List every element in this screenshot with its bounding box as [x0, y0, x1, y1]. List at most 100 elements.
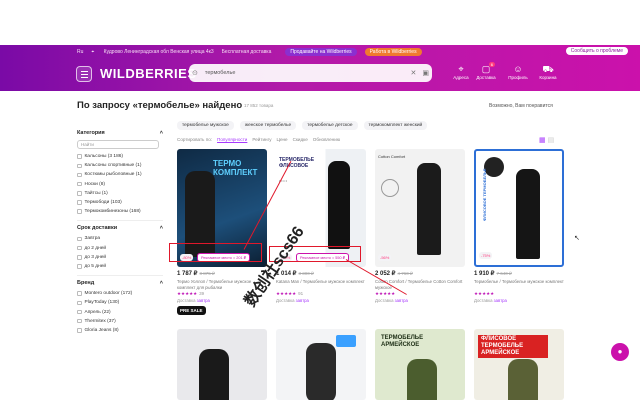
filter-option[interactable]: Термокомбинезоны (168): [77, 207, 163, 216]
filter-option[interactable]: Костюмы рыболовные (1): [77, 170, 163, 179]
rating: ★★★★★ 91: [276, 291, 366, 297]
chip[interactable]: женское термобелье: [239, 121, 297, 130]
product-image[interactable]: ФЛИСОВОЕ ТЕРМОБЕЛЬЕ -75%: [474, 149, 564, 267]
filter-option[interactable]: до 3 дней: [77, 253, 163, 262]
menu-burger-button[interactable]: [76, 66, 92, 82]
chat-button[interactable]: ●: [611, 343, 629, 361]
clear-icon[interactable]: ✕: [411, 69, 417, 77]
checkbox[interactable]: [77, 291, 82, 296]
product-name[interactable]: Термобелье / Термобелье мужское комплект: [474, 279, 564, 290]
cotton-icon: [381, 179, 399, 197]
checkbox[interactable]: [77, 300, 82, 306]
filter-option[interactable]: Кальсоны (3 186): [77, 152, 163, 161]
model-silhouette: [199, 349, 229, 400]
header-top-row: Ru ⌖ Кудрово Ленинградская обл Венская у…: [0, 45, 640, 59]
chevron-up-icon: ˄: [159, 280, 163, 287]
checkbox[interactable]: [77, 255, 82, 260]
checkbox[interactable]: [77, 328, 82, 333]
checkbox[interactable]: [77, 209, 82, 214]
sort-option[interactable]: Популярности: [217, 137, 247, 142]
product-card-row2[interactable]: [177, 329, 267, 400]
checkbox[interactable]: [77, 236, 82, 242]
checkbox[interactable]: [77, 309, 82, 315]
filter-option-label: Montero outdoor (172): [84, 291, 133, 297]
filter-option[interactable]: Montero outdoor (172): [77, 289, 163, 298]
filter-search-input[interactable]: Найти: [77, 140, 159, 149]
checkbox[interactable]: [77, 154, 82, 159]
sort-option[interactable]: Рейтингу: [252, 137, 271, 142]
chip[interactable]: термобелье детское: [302, 121, 358, 130]
grid-small-icon[interactable]: ▤: [548, 137, 555, 144]
sort-option[interactable]: Цене: [277, 137, 288, 142]
address-link[interactable]: ⌖ Кудрово Ленинградская обл Венская улиц…: [91, 49, 213, 55]
current-price: 1 787 ₽: [177, 271, 198, 277]
filter-option[interactable]: до 2 дней: [77, 244, 163, 253]
filter-title-text: Бренд: [77, 280, 95, 287]
free-delivery-label[interactable]: Бесплатная доставка: [222, 49, 272, 55]
filter-option[interactable]: Gloria Jeans (8): [77, 326, 163, 335]
checkbox[interactable]: [77, 318, 82, 324]
checkbox[interactable]: [77, 264, 82, 269]
search-box[interactable]: ⊙ термобелье ✕ ▣: [189, 64, 432, 82]
chip[interactable]: термобелье мужское: [177, 121, 234, 130]
nav-profile[interactable]: ☺ Профиль: [503, 64, 533, 80]
logo[interactable]: WILDBERRIES: [100, 66, 197, 81]
current-price: 2 052 ₽: [375, 271, 396, 277]
chevron-up-icon: ˄: [159, 130, 163, 136]
city-selector[interactable]: Ru: [77, 49, 83, 55]
filter-option[interactable]: PlayToday (130): [77, 298, 163, 307]
camera-search-icon[interactable]: ⊙: [192, 69, 198, 77]
delivery-day: завтра: [295, 298, 309, 303]
filter-option[interactable]: Носки (8): [77, 180, 163, 189]
maybe-like-link[interactable]: Возможно, Вам понравится: [489, 103, 553, 109]
filter-option-label: Термокомбинезоны (168): [84, 209, 141, 215]
presale-badge: PRE SALE: [177, 306, 206, 315]
checkbox[interactable]: [77, 181, 82, 187]
nav-cart[interactable]: ⛟ Корзина: [533, 64, 563, 80]
delivery-label: Доставка: [177, 298, 196, 303]
nav-label: Адреса: [453, 75, 469, 80]
review-count: 39: [199, 291, 205, 296]
filter-option[interactable]: до 5 дней: [77, 262, 163, 271]
filter-option[interactable]: Тайтсы (1): [77, 189, 163, 198]
price: 2 052 ₽4 760 ₽: [375, 270, 465, 277]
product-card-row2[interactable]: ФЛИСОВОЕ ТЕРМОБЕЛЬЕ АРМЕЙСКОЕ: [474, 329, 564, 400]
product-name[interactable]: Katana Man / Термобелье мужское комплект: [276, 279, 366, 290]
product-card[interactable]: ФЛИСОВОЕ ТЕРМОБЕЛЬЕ -75% 1 910 ₽7 640 ₽ …: [474, 149, 564, 303]
nav-delivery[interactable]: ▢ 6 Доставка: [471, 62, 501, 80]
sell-link[interactable]: Продавайте на Wildberries: [285, 48, 357, 56]
filter-search-placeholder: Найти: [81, 142, 94, 147]
checkbox[interactable]: [77, 200, 82, 205]
product-image[interactable]: Cotton Comfort -56%: [375, 149, 465, 267]
sort-option[interactable]: Обновлению: [313, 137, 340, 142]
product-card-row2[interactable]: [276, 329, 366, 400]
photo-search-icon[interactable]: ▣: [422, 69, 429, 77]
filter-option[interactable]: Термободи (103): [77, 198, 163, 207]
view-toggle[interactable]: ▦ ▤: [539, 136, 554, 144]
filter-option[interactable]: Кальсоны спортивные (1): [77, 161, 163, 170]
filter-option[interactable]: Завтра: [77, 234, 163, 243]
filter-option[interactable]: Thermitex (37): [77, 317, 163, 326]
checkbox[interactable]: [77, 163, 82, 169]
delivery-badge: 6: [488, 62, 495, 67]
sort-option[interactable]: Скидке: [293, 137, 308, 142]
work-link[interactable]: Работа в Wildberries: [364, 48, 422, 56]
divider: [77, 275, 163, 277]
checkbox[interactable]: [77, 245, 82, 251]
checkbox[interactable]: [77, 191, 82, 196]
nav-label: Доставка: [476, 75, 496, 80]
report-problem-button[interactable]: Сообщить о проблеме: [565, 47, 628, 55]
chip[interactable]: термокомплект женский: [363, 121, 428, 130]
filter-delivery-title[interactable]: Срок доставки ˄: [77, 225, 163, 231]
grid-big-icon[interactable]: ▦: [539, 137, 546, 144]
product-card[interactable]: Cotton Comfort -56% 2 052 ₽4 760 ₽ Cotto…: [375, 149, 465, 303]
image-title: ТЕРМОБЕЛЬЕ ФЛИСОВОЕ: [279, 157, 315, 169]
old-price: 3 300 ₽: [298, 271, 314, 276]
filter-option[interactable]: Апрель (22): [77, 307, 163, 316]
search-input[interactable]: термобелье: [205, 70, 408, 76]
filter-option-label: до 2 дней: [84, 245, 107, 251]
filter-category-title[interactable]: Категория ˄: [77, 130, 163, 136]
product-card-row2[interactable]: ТЕРМОБЕЛЬЕ АРМЕЙСКОЕ: [375, 329, 465, 400]
filter-brand-title[interactable]: Бренд ˄: [77, 280, 163, 286]
checkbox[interactable]: [77, 172, 82, 178]
